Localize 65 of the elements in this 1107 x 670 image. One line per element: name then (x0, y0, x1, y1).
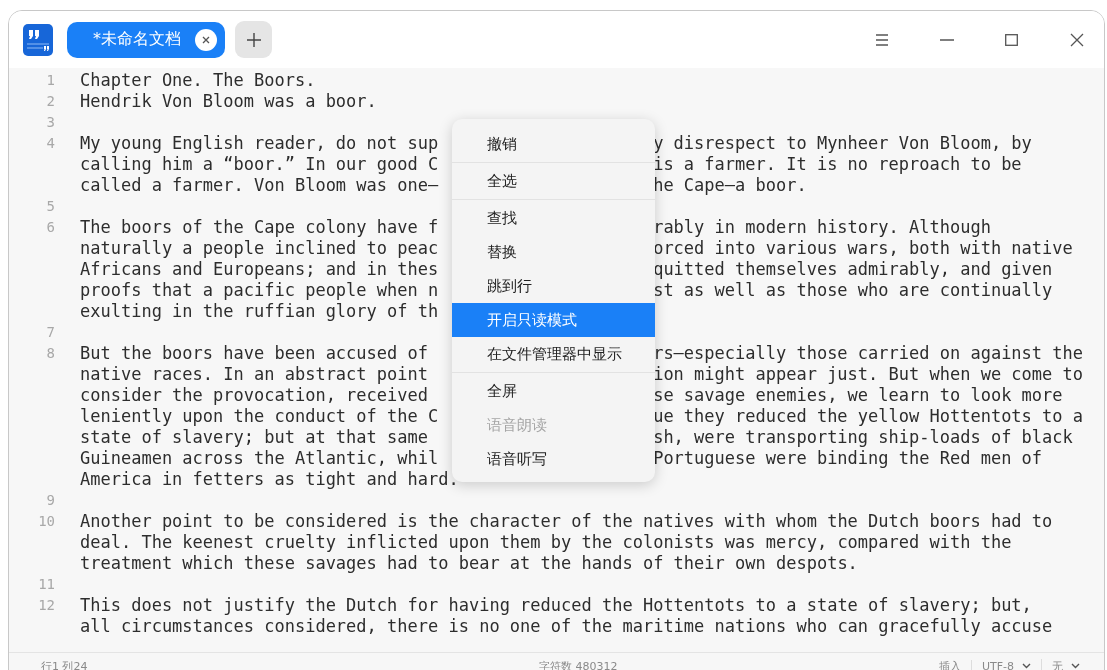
line-number: 4 (46, 134, 55, 153)
menu-icon (874, 33, 889, 46)
text-line: The boors of the Cape colony have f (80, 217, 439, 238)
menu-item[interactable]: 全选 (452, 164, 655, 198)
line-number: 12 (38, 596, 55, 615)
menu-item[interactable]: 撤销 (452, 127, 655, 161)
text-line: ion might appear just. But when we come to (653, 364, 1083, 385)
text-line: y disrespect to Mynheer Von Bloom, by (653, 133, 1032, 154)
text-line: Hendrik Von Bloom was a boor. (80, 91, 377, 112)
line-number: 8 (46, 344, 55, 363)
text-line: exulting in the ruffian glory of th (80, 301, 439, 322)
close-icon[interactable] (195, 28, 217, 51)
text-line: st as well as those who are continually (653, 280, 1053, 301)
text-line: calling him a “boor.” In our good C (80, 154, 439, 175)
text-line: sh, were transporting ship-loads of black (653, 427, 1073, 448)
text-line: treatment which these savages had to bear at the hands of their own despots. (80, 553, 858, 574)
text-line: rs—especially those carried on against the (653, 343, 1083, 364)
line-number: 6 (46, 218, 55, 237)
line-number: 2 (46, 92, 55, 111)
text-line: proofs that a pacific people when n (80, 280, 439, 301)
line-number: 11 (38, 575, 55, 594)
text-line: consider the provocation, received (80, 385, 428, 406)
text-line: se savage enemies, we learn to look more (653, 385, 1063, 406)
menu-item[interactable]: 查找 (452, 201, 655, 235)
line-number: 3 (46, 113, 55, 132)
text-line: naturally a people inclined to peac (80, 238, 439, 259)
text-line: But the boors have been accused of (80, 343, 428, 364)
caret-icon (1071, 663, 1080, 669)
plus-icon (245, 31, 262, 48)
caret-icon (1022, 663, 1031, 669)
text-line: Chapter One. The Boors. (80, 70, 316, 91)
menu-item[interactable]: 在文件管理器中显示 (452, 337, 655, 371)
text-line: rably in modern history. Although (653, 217, 991, 238)
menu-item[interactable]: 替换 (452, 235, 655, 269)
maximize-icon (1005, 33, 1018, 46)
text-line: Portuguese were binding the Red men of (653, 448, 1043, 469)
text-line: leniently upon the conduct of the C (80, 406, 439, 427)
text-line: Another point to be considered is the character of the natives with whom the Dutch boors had to (80, 511, 1053, 532)
text-line: quitted themselves admirably, and given (653, 259, 1053, 280)
new-tab-button[interactable] (235, 21, 272, 58)
line-number: 10 (38, 512, 55, 531)
menu-item[interactable]: 全屏 (452, 374, 655, 408)
app-icon (23, 23, 53, 56)
text-line: he Cape—a boor. (653, 175, 807, 196)
text-line: Africans and Europeans; and in thes (80, 259, 439, 280)
text-line: native races. In an abstract point (80, 364, 428, 385)
text-line: all circumstances considered, there is no one of the maritime nations who can gracefully accuse (80, 616, 1053, 637)
text-line: orced into various wars, both with native (653, 238, 1073, 259)
menu-item[interactable]: 跳到行 (452, 269, 655, 303)
text-line: My young English reader, do not sup (80, 133, 439, 154)
text-line: called a farmer. Von Bloom was one— (80, 175, 439, 196)
line-number: 9 (46, 491, 55, 510)
minimize-icon (939, 38, 954, 41)
close-icon (1069, 32, 1084, 47)
text-line: state of slavery; but at that same (80, 427, 428, 448)
text-line: ue they reduced the yellow Hottentots to a (653, 406, 1083, 427)
line-number: 7 (46, 323, 55, 342)
text-line: deal. The keenest cruelty inflicted upon them by the colonists was mercy, compared with the (80, 532, 1012, 553)
document-tab[interactable]: *未命名文档 (67, 21, 225, 58)
text-line: is a farmer. It is no reproach to be (653, 154, 1022, 175)
text-line: This does not justify the Dutch for having reduced the Hottentots to a state of slavery; but, (80, 595, 1032, 616)
text-line: Guineamen across the Atlantic, whil (80, 448, 439, 469)
menu-item[interactable]: 开启只读模式 (452, 303, 655, 337)
line-number: 5 (46, 197, 55, 216)
line-number: 1 (46, 71, 55, 90)
